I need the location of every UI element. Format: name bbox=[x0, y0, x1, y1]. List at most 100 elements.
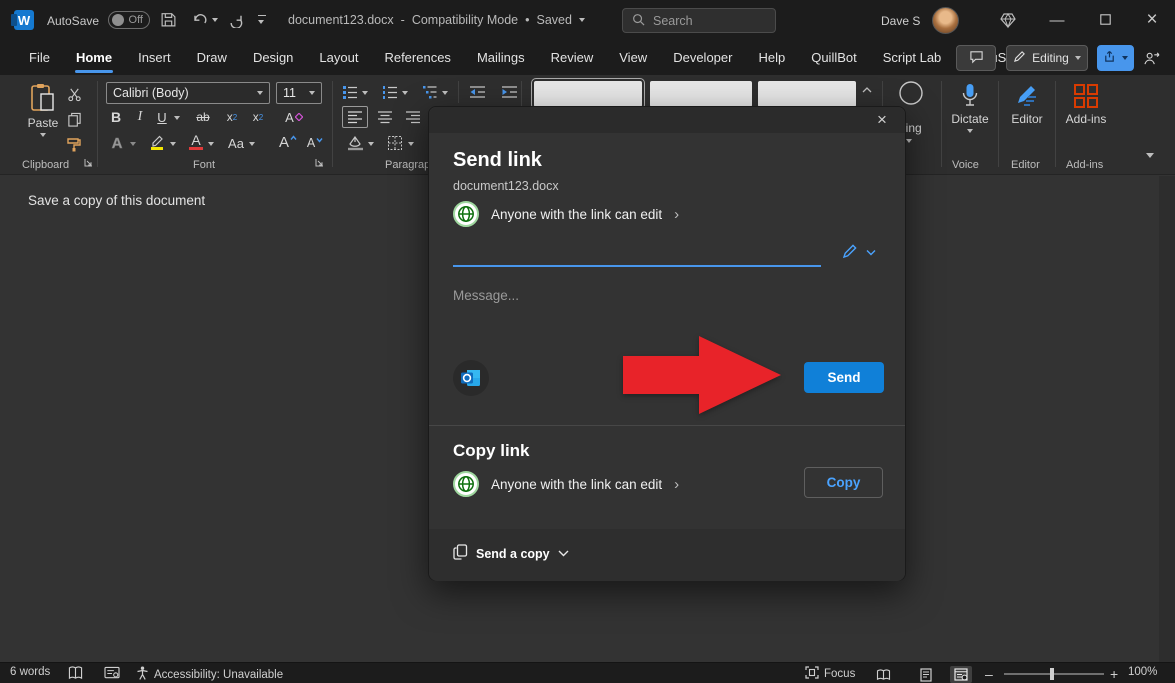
editing-group-chevron[interactable] bbox=[906, 139, 912, 143]
superscript-button[interactable]: x2 bbox=[248, 107, 268, 127]
zoom-level[interactable]: 100% bbox=[1128, 666, 1157, 678]
save-icon[interactable] bbox=[160, 11, 177, 31]
highlight-button[interactable] bbox=[146, 131, 168, 153]
tab-home[interactable]: Home bbox=[63, 40, 125, 75]
tab-draw[interactable]: Draw bbox=[184, 40, 240, 75]
highlight-chevron[interactable] bbox=[170, 142, 176, 146]
autosave-toggle[interactable]: Off bbox=[108, 11, 150, 29]
change-case-chevron[interactable] bbox=[249, 142, 255, 146]
font-color-chevron[interactable] bbox=[208, 142, 214, 146]
align-center-button[interactable] bbox=[372, 106, 398, 128]
dictate-button[interactable]: Dictate bbox=[948, 83, 992, 133]
font-color-button[interactable]: A bbox=[186, 131, 206, 153]
style-preview-normal[interactable] bbox=[534, 81, 642, 107]
tab-help[interactable]: Help bbox=[745, 40, 798, 75]
addins-button[interactable]: Add-ins bbox=[1062, 83, 1110, 126]
comments-button[interactable] bbox=[956, 45, 996, 71]
tab-design[interactable]: Design bbox=[240, 40, 306, 75]
multilevel-chevron[interactable] bbox=[442, 91, 448, 95]
bold-button[interactable]: B bbox=[106, 107, 126, 127]
borders-button[interactable] bbox=[384, 132, 406, 154]
font-size-combo[interactable]: 11 bbox=[276, 82, 322, 104]
zoom-slider-thumb[interactable] bbox=[1050, 668, 1054, 680]
document-title[interactable]: document123.docx - Compatibility Mode • … bbox=[288, 13, 585, 27]
shading-button[interactable] bbox=[344, 132, 366, 154]
style-preview[interactable] bbox=[758, 81, 856, 107]
recipient-input[interactable] bbox=[453, 239, 821, 267]
copy-icon[interactable] bbox=[64, 110, 84, 128]
search-box[interactable] bbox=[622, 8, 776, 33]
change-case-button[interactable]: Aa bbox=[224, 133, 248, 153]
zoom-slider[interactable] bbox=[1004, 673, 1104, 675]
copy-button[interactable]: Copy bbox=[804, 467, 883, 498]
zoom-in-button[interactable]: + bbox=[1110, 666, 1118, 682]
tab-script-lab[interactable]: Script Lab bbox=[870, 40, 955, 75]
subscript-button[interactable]: x2 bbox=[222, 107, 242, 127]
font-dialog-launcher[interactable] bbox=[315, 156, 324, 170]
cut-icon[interactable] bbox=[64, 85, 84, 103]
user-name[interactable]: Dave S bbox=[881, 14, 920, 28]
bullets-chevron[interactable] bbox=[362, 91, 368, 95]
strikethrough-button[interactable]: ab bbox=[192, 107, 214, 127]
styles-scroll-up[interactable] bbox=[862, 83, 872, 97]
search-input[interactable] bbox=[653, 14, 753, 28]
print-layout-button[interactable] bbox=[915, 666, 937, 683]
multilevel-list-button[interactable] bbox=[420, 82, 440, 102]
text-effects-button[interactable]: A bbox=[106, 133, 128, 153]
shading-chevron[interactable] bbox=[368, 142, 374, 146]
tab-view[interactable]: View bbox=[606, 40, 660, 75]
tab-developer[interactable]: Developer bbox=[660, 40, 745, 75]
edit-permission-pencil-icon[interactable] bbox=[841, 243, 858, 263]
font-name-combo[interactable]: Calibri (Body) bbox=[106, 82, 270, 104]
format-painter-icon[interactable] bbox=[64, 135, 84, 153]
text-effects-chevron[interactable] bbox=[130, 142, 136, 146]
italic-button[interactable]: I bbox=[131, 107, 149, 127]
style-preview[interactable] bbox=[650, 81, 752, 107]
send-a-copy-button[interactable]: Send a copy bbox=[453, 544, 569, 563]
undo-menu-chevron[interactable] bbox=[212, 18, 218, 22]
tab-quillbot[interactable]: QuillBot bbox=[798, 40, 870, 75]
underline-button[interactable]: U bbox=[153, 107, 171, 127]
clipboard-dialog-launcher[interactable] bbox=[84, 156, 93, 170]
editor-button[interactable]: Editor bbox=[1006, 83, 1048, 126]
copy-link-permission-button[interactable]: Anyone with the link can edit › bbox=[453, 471, 679, 497]
link-permission-button[interactable]: Anyone with the link can edit › bbox=[453, 201, 679, 227]
decrease-indent-button[interactable] bbox=[466, 82, 488, 102]
borders-chevron[interactable] bbox=[408, 142, 414, 146]
tab-review[interactable]: Review bbox=[538, 40, 607, 75]
avatar[interactable] bbox=[932, 7, 959, 34]
proofing-icon[interactable] bbox=[68, 666, 83, 680]
numbering-button[interactable] bbox=[380, 82, 400, 102]
insights-icon[interactable] bbox=[104, 666, 120, 680]
numbering-chevron[interactable] bbox=[402, 91, 408, 95]
redo-icon[interactable] bbox=[228, 12, 244, 31]
zoom-out-button[interactable]: – bbox=[985, 666, 993, 682]
edit-permission-chevron[interactable] bbox=[866, 249, 876, 256]
message-input[interactable] bbox=[453, 283, 821, 307]
tab-mailings[interactable]: Mailings bbox=[464, 40, 538, 75]
align-right-button[interactable] bbox=[400, 106, 426, 128]
close-button[interactable]: × bbox=[1129, 0, 1175, 40]
gem-icon[interactable] bbox=[998, 10, 1018, 33]
editing-group-icon[interactable] bbox=[897, 80, 925, 106]
send-button[interactable]: Send bbox=[804, 362, 884, 393]
collapse-ribbon-chevron[interactable] bbox=[1146, 153, 1154, 158]
focus-button[interactable]: Focus bbox=[805, 666, 855, 682]
undo-icon[interactable] bbox=[192, 12, 208, 31]
tab-layout[interactable]: Layout bbox=[306, 40, 371, 75]
align-left-button[interactable] bbox=[342, 106, 368, 128]
maximize-button[interactable] bbox=[1082, 0, 1128, 40]
tab-file[interactable]: File bbox=[16, 40, 63, 75]
vertical-scrollbar[interactable] bbox=[1159, 176, 1175, 662]
tab-insert[interactable]: Insert bbox=[125, 40, 184, 75]
tab-references[interactable]: References bbox=[371, 40, 463, 75]
read-mode-button[interactable] bbox=[872, 666, 894, 683]
clear-formatting-button[interactable]: A bbox=[282, 107, 306, 127]
person-arrow-icon[interactable] bbox=[1143, 51, 1160, 69]
underline-chevron[interactable] bbox=[174, 116, 180, 120]
minimize-button[interactable]: — bbox=[1034, 0, 1080, 40]
increase-indent-button[interactable] bbox=[498, 82, 520, 102]
grow-font-button[interactable]: A bbox=[276, 131, 300, 153]
dialog-close-button[interactable]: × bbox=[869, 108, 895, 132]
bullets-button[interactable] bbox=[340, 82, 360, 102]
